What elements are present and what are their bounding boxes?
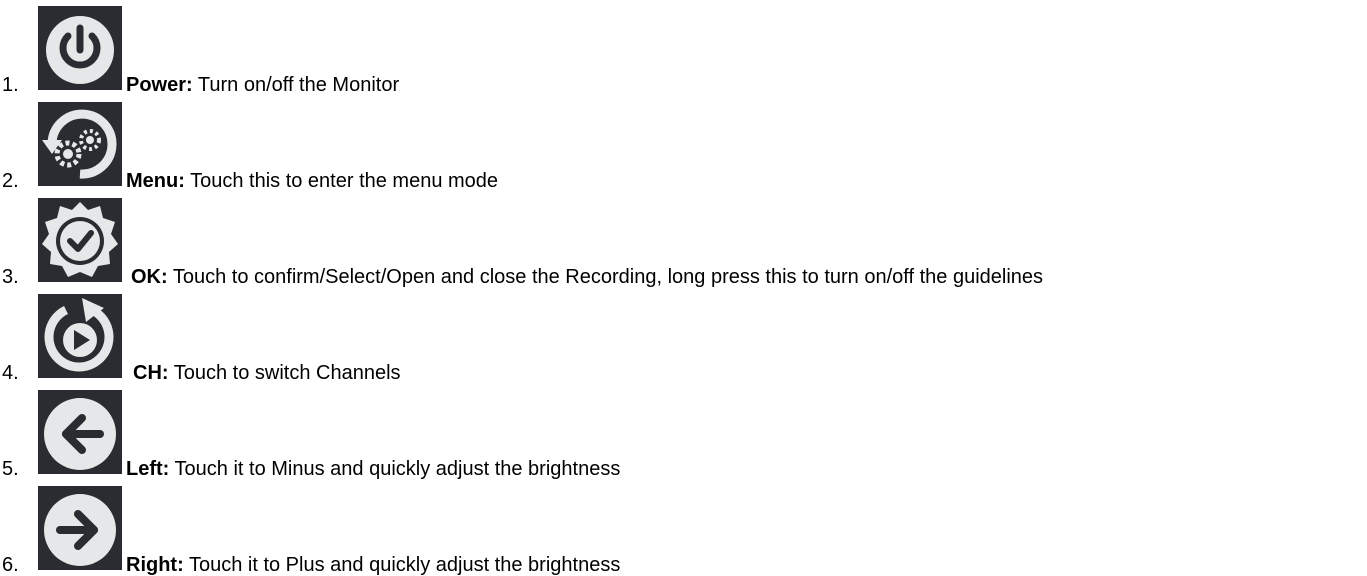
power-icon bbox=[38, 6, 122, 90]
menu-gears-icon bbox=[38, 102, 122, 186]
list-item-text: Left: Touch it to Minus and quickly adju… bbox=[126, 458, 620, 480]
list-item-left: 5. Left: Touch it to Minus and quickly a… bbox=[0, 384, 1367, 480]
item-label: CH: bbox=[133, 362, 169, 384]
item-description: Touch to switch Channels bbox=[168, 362, 401, 384]
list-item-right: 6. Right: Touch it to Plus and quickly a… bbox=[0, 480, 1367, 576]
list-number: 4. bbox=[2, 362, 19, 384]
list-item-text: Menu: Touch this to enter the menu mode bbox=[126, 170, 498, 192]
item-description: Touch it to Plus and quickly adjust the … bbox=[183, 554, 621, 576]
item-label: Right: bbox=[126, 554, 184, 576]
list-item-text: CH: Touch to switch Channels bbox=[133, 362, 401, 384]
item-description: Touch to confirm/Select/Open and close t… bbox=[167, 266, 1044, 288]
list-number: 6. bbox=[2, 554, 19, 576]
item-description: Touch this to enter the menu mode bbox=[184, 170, 499, 192]
list-item-text: Power: Turn on/off the Monitor bbox=[126, 74, 399, 96]
button-description-list: 1. Power: Turn on/off the Monitor 2. Men… bbox=[0, 0, 1367, 576]
right-arrow-icon bbox=[38, 486, 122, 570]
item-label: OK: bbox=[131, 266, 168, 288]
item-description: Touch it to Minus and quickly adjust the… bbox=[169, 458, 621, 480]
ok-check-icon bbox=[38, 198, 122, 282]
item-label: Power: bbox=[126, 74, 193, 96]
list-number: 3. bbox=[2, 266, 19, 288]
list-number: 2. bbox=[2, 170, 19, 192]
list-item-ok: 3. OK: Touch to confirm/Select/Open and … bbox=[0, 192, 1367, 288]
list-item-text: Right: Touch it to Plus and quickly adju… bbox=[126, 554, 620, 576]
left-arrow-icon bbox=[38, 390, 122, 474]
item-description: Turn on/off the Monitor bbox=[192, 74, 400, 96]
list-item-menu: 2. Menu: Touch this to enter the menu mo… bbox=[0, 96, 1367, 192]
list-number: 1. bbox=[2, 74, 19, 96]
list-item-channel: 4. CH: Touch to switch Channels bbox=[0, 288, 1367, 384]
list-number: 5. bbox=[2, 458, 19, 480]
list-item-text: OK: Touch to confirm/Select/Open and clo… bbox=[131, 266, 1043, 288]
list-item-power: 1. Power: Turn on/off the Monitor bbox=[0, 0, 1367, 96]
item-label: Menu: bbox=[126, 170, 185, 192]
channel-switch-icon bbox=[38, 294, 122, 378]
item-label: Left: bbox=[126, 458, 170, 480]
